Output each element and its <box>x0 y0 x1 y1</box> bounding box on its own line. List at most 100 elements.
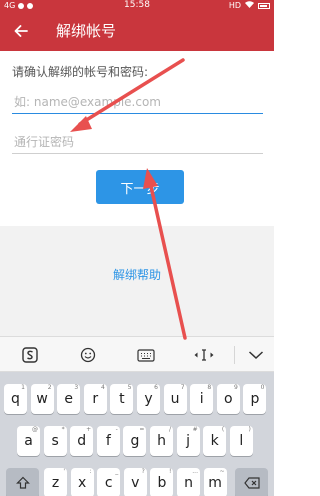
emoji-button[interactable] <box>68 337 108 373</box>
key-m[interactable]: ~ m <box>203 468 227 496</box>
key-l[interactable]: ) l <box>229 426 253 456</box>
key-label: n <box>184 475 193 491</box>
key-secondary-label: ~ <box>219 468 225 475</box>
page-title: 解绑帐号 <box>56 22 117 40</box>
key-secondary-label: ... <box>192 468 198 475</box>
key-secondary-label: + <box>86 426 92 433</box>
shift-key[interactable] <box>6 468 39 496</box>
collapse-keyboard-button[interactable] <box>236 337 276 373</box>
key-secondary-label: ) <box>248 426 251 433</box>
key-label: o <box>224 391 233 407</box>
key-o[interactable]: 9o <box>216 384 240 414</box>
key-secondary-label: _ <box>115 468 119 475</box>
key-secondary-label: ! <box>168 468 172 475</box>
status-right: HD <box>229 0 270 11</box>
key-secondary-label: 4 <box>100 384 105 391</box>
key-label: u <box>170 391 180 407</box>
key-d[interactable]: + d <box>70 426 94 456</box>
key-secondary-label: 0 <box>260 384 265 391</box>
key-v[interactable]: ? v <box>123 468 147 496</box>
unbind-help-link[interactable]: 解绑帮助 <box>0 266 274 283</box>
key-r[interactable]: 4r <box>83 384 107 414</box>
key-w[interactable]: 2w <box>30 384 54 414</box>
key-z[interactable]: ' z <box>44 468 67 496</box>
key-label: k <box>210 433 219 449</box>
sogou-logo-button[interactable] <box>10 337 50 373</box>
key-secondary-label: 6 <box>154 384 158 391</box>
key-label: v <box>131 475 140 491</box>
status-bar: 4G 15:58 HD <box>0 0 274 11</box>
delete-key[interactable] <box>235 468 268 496</box>
key-secondary-label: ? <box>141 468 145 475</box>
battery-icon <box>258 2 270 9</box>
key-label: r <box>92 391 99 407</box>
form-prompt: 请确认解绑的帐号和密码: <box>12 65 149 79</box>
key-label: z <box>51 475 60 491</box>
key-secondary-label: 9 <box>233 384 238 391</box>
keyboard-icon <box>137 348 155 362</box>
emoji-icon <box>80 347 96 363</box>
key-secondary-label: / <box>168 426 171 433</box>
key-label: l <box>239 433 244 449</box>
key-label: s <box>51 433 59 449</box>
key-label: w <box>36 391 48 407</box>
toolbar-divider <box>234 346 235 364</box>
cursor-move-button[interactable] <box>184 337 224 373</box>
key-secondary-label: @ <box>32 426 38 433</box>
key-s[interactable]: * s <box>43 426 67 456</box>
title-bar: 解绑帐号 <box>0 11 274 51</box>
key-g[interactable]: = g <box>123 426 147 456</box>
key-secondary-label: : <box>89 468 92 475</box>
key-q[interactable]: 1q <box>4 384 27 414</box>
email-input[interactable] <box>12 90 263 114</box>
key-label: x <box>77 475 87 491</box>
key-label: d <box>77 433 87 449</box>
key-secondary-label: # <box>192 426 198 433</box>
password-input[interactable] <box>12 130 263 154</box>
key-secondary-label: 2 <box>47 384 52 391</box>
hd-indicator: HD <box>228 1 241 10</box>
backspace-icon <box>243 477 260 489</box>
key-secondary-label: 5 <box>127 384 132 391</box>
key-f[interactable]: -f <box>96 426 120 456</box>
key-secondary-label: ( <box>221 426 225 433</box>
key-label: y <box>144 391 153 407</box>
key-secondary-label: * <box>61 426 65 433</box>
key-u[interactable]: 7u <box>163 384 187 414</box>
key-label: q <box>11 391 20 407</box>
key-secondary-label: 3 <box>74 384 79 391</box>
next-button[interactable]: 下一步 <box>96 170 184 204</box>
key-k[interactable]: (k <box>203 426 227 456</box>
keyboard-switch-button[interactable] <box>126 337 166 373</box>
key-i[interactable]: 8i <box>190 384 214 414</box>
key-c[interactable]: _ c <box>97 468 121 496</box>
key-label: f <box>105 433 111 449</box>
key-b[interactable]: ! b <box>150 468 174 496</box>
key-e[interactable]: 3e <box>57 384 81 414</box>
key-y[interactable]: 6y <box>137 384 160 414</box>
keyboard: 1q2w3e4r5t6y7u8i9o0p @ a * s + d - f = g / h # j(k) l … <box>0 372 274 496</box>
cursor-move-icon <box>194 349 214 361</box>
key-label: i <box>199 391 204 407</box>
key-x[interactable]: :x <box>70 468 94 496</box>
key-j[interactable]: # j <box>176 426 200 456</box>
key-p[interactable]: 0p <box>243 384 267 414</box>
key-label: b <box>157 475 167 491</box>
key-secondary-label: 8 <box>207 384 212 391</box>
wifi-icon <box>245 0 254 11</box>
key-label: e <box>64 391 73 407</box>
key-label: c <box>104 475 113 491</box>
key-n[interactable]: ... n <box>177 468 200 496</box>
back-button[interactable] <box>8 18 34 44</box>
key-secondary-label: = <box>139 426 145 433</box>
key-label: j <box>186 433 191 449</box>
key-t[interactable]: 5t <box>110 384 134 414</box>
key-secondary-label: ' <box>63 468 65 475</box>
keyboard-toolbar <box>0 336 274 372</box>
key-a[interactable]: @ a <box>17 426 40 456</box>
key-h[interactable]: / h <box>150 426 173 456</box>
sogou-logo-icon <box>22 347 38 363</box>
key-label: p <box>250 391 260 407</box>
key-label: t <box>119 391 125 407</box>
key-label: h <box>157 433 166 449</box>
